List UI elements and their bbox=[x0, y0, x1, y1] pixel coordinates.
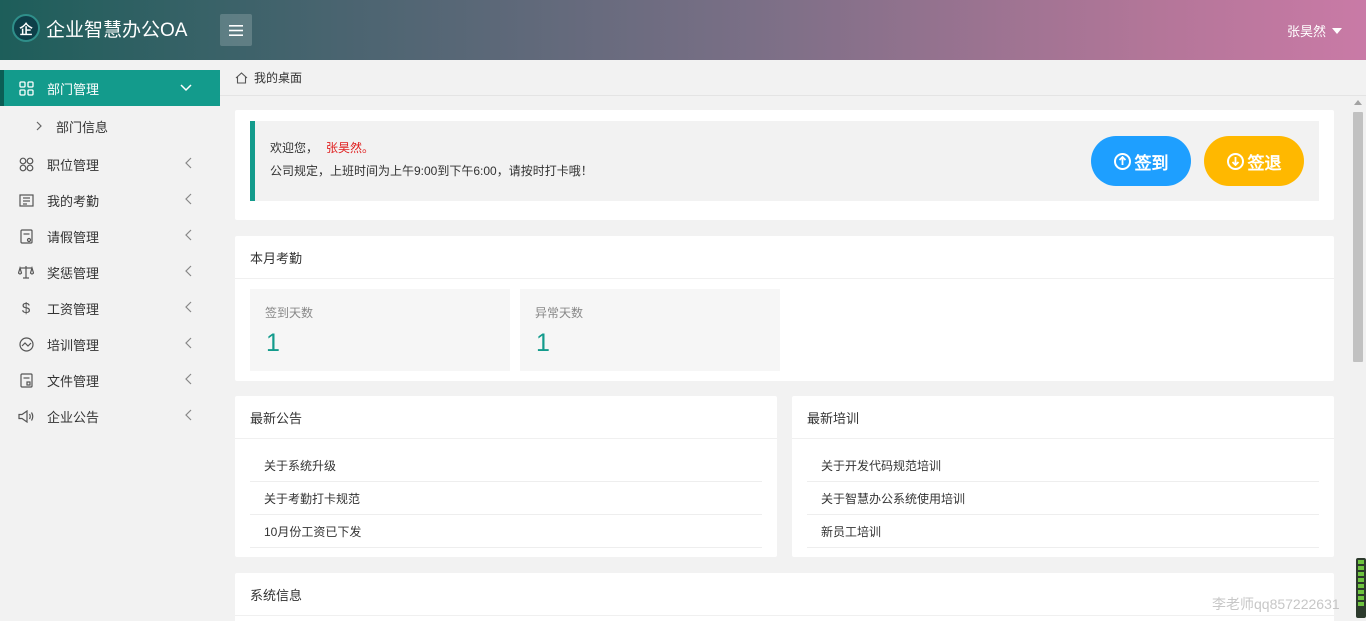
checkin-button[interactable]: 签到 bbox=[1091, 136, 1191, 186]
home-icon bbox=[235, 71, 248, 84]
chevron-left-icon bbox=[185, 229, 192, 241]
logo-badge-icon: 企 bbox=[12, 14, 40, 42]
arrow-up-circle-icon bbox=[1113, 152, 1131, 170]
sidebar-item-position[interactable]: 职位管理 bbox=[0, 146, 220, 182]
monthly-attendance-card: 本月考勤 签到天数 1 异常天数 1 bbox=[235, 236, 1334, 381]
apps-icon bbox=[18, 156, 34, 172]
card-title: 最新公告 bbox=[235, 396, 777, 439]
welcome-username: 张昊然。 bbox=[326, 141, 375, 155]
sidebar-item-label: 培训管理 bbox=[47, 337, 100, 353]
sidebar-item-announcements[interactable]: 企业公告 bbox=[0, 398, 220, 434]
sidebar-item-attendance[interactable]: 我的考勤 bbox=[0, 182, 220, 218]
chevron-left-icon bbox=[185, 409, 192, 421]
username: 张昊然 bbox=[1286, 24, 1326, 39]
stat-label: 异常天数 bbox=[535, 306, 584, 320]
form-icon bbox=[18, 228, 34, 244]
file-icon bbox=[18, 372, 34, 388]
breadcrumb-current[interactable]: 我的桌面 bbox=[254, 69, 302, 86]
dollar-icon: $ bbox=[21, 299, 31, 317]
checkout-button[interactable]: 签退 bbox=[1204, 136, 1304, 186]
scroll-up-arrow-icon[interactable] bbox=[1354, 100, 1362, 105]
sidebar-item-label: 企业公告 bbox=[47, 409, 100, 425]
chevron-down-icon bbox=[180, 84, 192, 92]
list-item[interactable]: 关于开发代码规范培训 bbox=[807, 449, 1319, 482]
user-menu[interactable]: 张昊然 bbox=[1287, 21, 1342, 40]
chevron-left-icon bbox=[185, 301, 192, 313]
sidebar-subitem-label: 部门信息 bbox=[56, 119, 109, 135]
app-title: 企业智慧办公OA bbox=[46, 19, 188, 41]
sidebar-item-rewards[interactable]: 奖惩管理 bbox=[0, 254, 220, 290]
list-item[interactable]: 关于智慧办公系统使用培训 bbox=[807, 482, 1319, 515]
sidebar-item-label: 我的考勤 bbox=[47, 193, 100, 209]
list-item[interactable]: 新员工培训 bbox=[807, 515, 1319, 548]
card-title: 系统信息 bbox=[235, 573, 1334, 616]
chart-icon bbox=[18, 336, 34, 352]
checkin-label: 签到 bbox=[1134, 153, 1169, 173]
checkout-label: 签退 bbox=[1247, 153, 1282, 173]
sidebar-item-files[interactable]: 文件管理 bbox=[0, 362, 220, 398]
list-item[interactable]: 10月份工资已下发 bbox=[250, 515, 762, 548]
sidebar-item-label: 文件管理 bbox=[47, 373, 100, 389]
speaker-icon bbox=[18, 408, 34, 424]
sidebar: 部门管理 部门信息 职位管理 我的考勤 请假管理 奖惩管理 $ 工资管理 培训管… bbox=[0, 60, 220, 621]
grid-icon bbox=[18, 80, 34, 96]
chevron-left-icon bbox=[185, 373, 192, 385]
top-header: 企 企业智慧办公OA 张昊然 bbox=[0, 0, 1366, 60]
stat-value: 1 bbox=[266, 329, 280, 357]
main-content: 欢迎您， 张昊然。 公司规定，上班时间为上午9:00到下午6:00，请按时打卡哦！… bbox=[220, 96, 1350, 621]
latest-notices-card: 最新公告 关于系统升级 关于考勤打卡规范 10月份工资已下发 bbox=[235, 396, 777, 557]
work-hours-notice: 公司规定，上班时间为上午9:00到下午6:00，请按时打卡哦！ bbox=[270, 164, 593, 178]
arrow-down-circle-icon bbox=[1226, 152, 1244, 170]
stat-abnormal-days: 异常天数 1 bbox=[520, 289, 780, 371]
level-meter-widget bbox=[1356, 558, 1366, 618]
vertical-scrollbar[interactable] bbox=[1350, 96, 1366, 621]
sidebar-item-label: 工资管理 bbox=[47, 301, 100, 317]
chevron-left-icon bbox=[185, 265, 192, 277]
stat-label: 签到天数 bbox=[265, 306, 314, 320]
sidebar-item-label: 奖惩管理 bbox=[47, 265, 100, 281]
sidebar-item-department[interactable]: 部门管理 bbox=[0, 70, 220, 106]
card-title: 最新培训 bbox=[792, 396, 1334, 439]
welcome-card: 欢迎您， 张昊然。 公司规定，上班时间为上午9:00到下午6:00，请按时打卡哦！… bbox=[235, 110, 1334, 220]
scale-icon bbox=[18, 264, 34, 280]
welcome-greeting: 欢迎您， bbox=[270, 141, 319, 155]
breadcrumb: 我的桌面 bbox=[220, 60, 1366, 96]
sidebar-item-label: 职位管理 bbox=[47, 157, 100, 173]
card-title: 本月考勤 bbox=[235, 236, 1334, 279]
welcome-banner: 欢迎您， 张昊然。 公司规定，上班时间为上午9:00到下午6:00，请按时打卡哦！… bbox=[250, 121, 1319, 201]
app-logo[interactable]: 企 企业智慧办公OA bbox=[12, 14, 187, 42]
watermark: 李老师qq857222631 bbox=[1212, 596, 1340, 612]
sidebar-subitem-department-info[interactable]: 部门信息 bbox=[0, 106, 220, 146]
caret-down-icon bbox=[1332, 27, 1342, 34]
system-info-card: 系统信息 bbox=[235, 573, 1334, 621]
sidebar-item-leave[interactable]: 请假管理 bbox=[0, 218, 220, 254]
chevron-right-icon bbox=[36, 121, 42, 131]
latest-trainings-card: 最新培训 关于开发代码规范培训 关于智慧办公系统使用培训 新员工培训 bbox=[792, 396, 1334, 557]
scrollbar-thumb[interactable] bbox=[1353, 112, 1363, 362]
chevron-left-icon bbox=[185, 193, 192, 205]
sidebar-item-label: 部门管理 bbox=[47, 81, 100, 97]
list-item[interactable]: 关于考勤打卡规范 bbox=[250, 482, 762, 515]
menu-toggle-button[interactable] bbox=[220, 14, 252, 46]
stat-checkin-days: 签到天数 1 bbox=[250, 289, 510, 371]
sidebar-item-label: 请假管理 bbox=[47, 229, 100, 245]
hamburger-icon bbox=[229, 24, 243, 36]
list-item[interactable]: 关于系统升级 bbox=[250, 449, 762, 482]
sidebar-item-salary[interactable]: $ 工资管理 bbox=[0, 290, 220, 326]
stat-value: 1 bbox=[536, 329, 550, 357]
sidebar-item-training[interactable]: 培训管理 bbox=[0, 326, 220, 362]
chevron-left-icon bbox=[185, 337, 192, 349]
chevron-left-icon bbox=[185, 157, 192, 169]
calendar-icon bbox=[18, 192, 34, 208]
